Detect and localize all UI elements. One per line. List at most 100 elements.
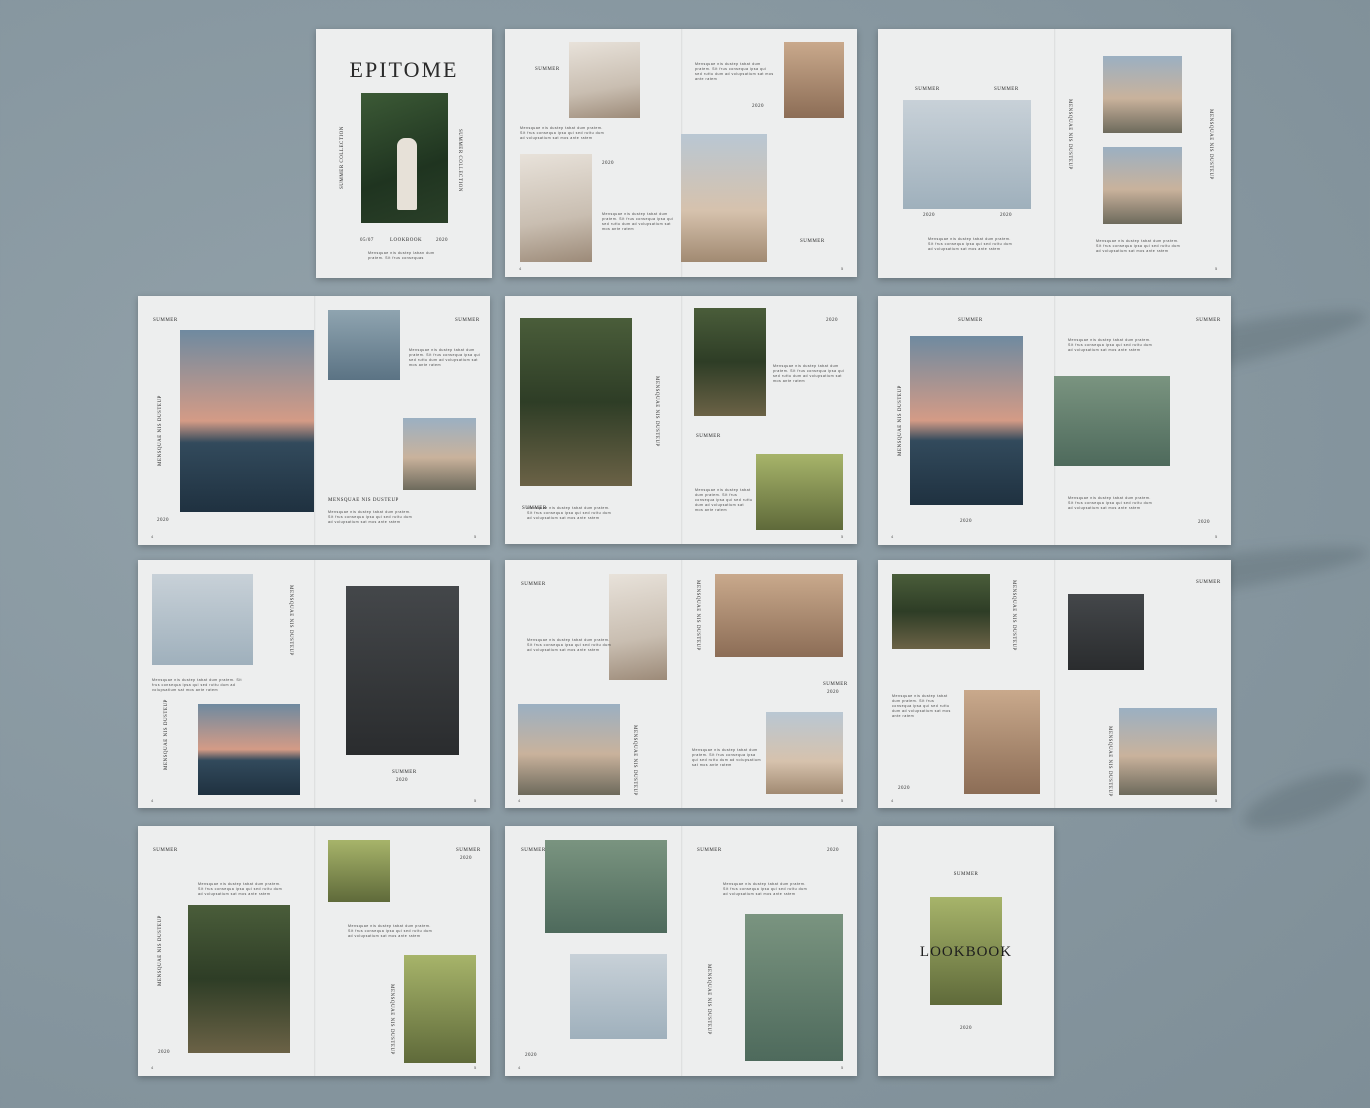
summer-label: SUMMER bbox=[455, 318, 480, 323]
spread-2: SUMMER SUMMER 2020 2020 Mensquae nis dus… bbox=[878, 29, 1231, 278]
vertical-caption: MENSQUAE NIS DUSTEUP bbox=[1067, 99, 1072, 170]
cover-photo bbox=[361, 93, 448, 223]
back-cover-summer: SUMMER bbox=[953, 872, 979, 877]
vertical-caption: MENSQUAE NIS DUSTEUP bbox=[1011, 580, 1016, 651]
year-label: 2020 bbox=[827, 690, 839, 695]
body-text: Mensquae nis dustep tabat dum pratem. Si… bbox=[520, 126, 605, 140]
back-cover-page: SUMMER LOOKBOOK 2020 bbox=[878, 826, 1054, 1076]
summer-label: SUMMER bbox=[958, 318, 983, 323]
page-number: 5 bbox=[474, 798, 477, 803]
cover-title: EPITOME bbox=[349, 57, 459, 82]
body-text: Mensquae nis dustep tabat dum pratem. Si… bbox=[928, 237, 1013, 251]
body-text: Mensquae nis dustep tabat dum pratem. Si… bbox=[328, 510, 413, 524]
page-number: 4 bbox=[518, 1065, 521, 1070]
photo-tree-sit bbox=[188, 905, 290, 1053]
vertical-caption: MENSQUAE NIS DUSTEUP bbox=[632, 725, 637, 796]
photo-forest-dance bbox=[520, 318, 632, 486]
year-label: 2020 bbox=[525, 1053, 537, 1058]
photo-necklace bbox=[569, 42, 640, 118]
spread-9: SUMMER Mensquae nis dustep tabat dum pra… bbox=[138, 826, 490, 1076]
photo-jewelry bbox=[715, 574, 843, 657]
year-label: 2020 bbox=[923, 213, 935, 218]
summer-label: SUMMER bbox=[994, 87, 1019, 92]
photo-sea-sunset bbox=[910, 336, 1023, 505]
vertical-caption: MENSQUAE NIS DUSTEUP bbox=[706, 964, 711, 1035]
summer-label: SUMMER bbox=[153, 318, 178, 323]
spread-fold bbox=[681, 826, 683, 1076]
body-text: Mensquae nis dustep tabat dum pratem. Si… bbox=[892, 694, 951, 718]
vertical-caption: MENSQUAE NIS DUSTEUP bbox=[898, 385, 903, 456]
back-cover-year: 2020 bbox=[960, 1026, 972, 1031]
body-text: Mensquae nis dustep tabat dum pratem. Si… bbox=[1068, 496, 1153, 510]
summer-label: SUMMER bbox=[1196, 318, 1221, 323]
summer-label: SUMMER bbox=[153, 848, 178, 853]
vertical-caption: MENSQUAE NIS DUSTEUP bbox=[328, 498, 399, 503]
page-number: 4 bbox=[151, 534, 154, 539]
spread-fold bbox=[1054, 560, 1056, 808]
spread-4: MENSQUAE NIS DUSTEUP SUMMER Mensquae nis… bbox=[505, 296, 857, 544]
back-cover-title: LOOKBOOK bbox=[919, 944, 1013, 960]
vertical-caption: MENSQUAE NIS DUSTEUP bbox=[654, 376, 659, 447]
photo-skirt-clogs bbox=[745, 914, 843, 1061]
page-number: 4 bbox=[518, 798, 521, 803]
summer-label: SUMMER bbox=[696, 434, 721, 439]
cover-blurb: Mensquae nis dustep laban dum pratem. Si… bbox=[368, 251, 435, 260]
page-number: 5 bbox=[841, 1065, 844, 1070]
body-text: Mensquae nis dustep tabat dum pratem. Si… bbox=[695, 488, 753, 512]
body-text: Mensquae nis dustep tabat dum pratem. Si… bbox=[1068, 338, 1153, 352]
spread-3: SUMMER MENSQUAE NIS DUSTEUP 2020 4 SUMME… bbox=[138, 296, 490, 545]
body-text: Mensquae nis dustep tabat dum pratem. Si… bbox=[348, 924, 433, 938]
spread-fold bbox=[314, 296, 316, 545]
photo-meadow bbox=[403, 418, 476, 490]
body-text: Mensquae nis dustep tabat dum pratem. Si… bbox=[695, 62, 774, 81]
spread-fold bbox=[314, 826, 316, 1076]
spread-6: MENSQUAE NIS DUSTEUP Mensquae nis dustep… bbox=[138, 560, 490, 808]
spread-7: SUMMER MENSQUAE NIS DUSTEUP Mensquae nis… bbox=[505, 560, 857, 808]
summer-label: SUMMER bbox=[697, 848, 722, 853]
vertical-caption: MENSQUAE NIS DUSTEUP bbox=[164, 699, 169, 770]
summer-label: SUMMER bbox=[392, 770, 417, 775]
photo-clogs-feet bbox=[545, 840, 667, 933]
spread-fold bbox=[1054, 29, 1056, 278]
body-text: Mensquae nis dustep tabat dum pratem. Si… bbox=[773, 364, 845, 383]
body-text: Mensquae nis dustep tabat dum pratem. Si… bbox=[602, 212, 674, 231]
body-text: Mensquae nis dustep tabat dum pratem. Si… bbox=[409, 348, 481, 367]
photo-woods-dress bbox=[346, 586, 459, 755]
page-number: 5 bbox=[474, 1065, 477, 1070]
page-number: 5 bbox=[841, 266, 844, 271]
body-text: Mensquae nis dustep tabat dum pratem. Si… bbox=[692, 748, 761, 767]
page-number: 5 bbox=[841, 534, 844, 539]
year-label: 2020 bbox=[826, 318, 838, 323]
page-number: 5 bbox=[1215, 534, 1218, 539]
body-text: Mensquae nis dustep tabat dum pratem. Si… bbox=[527, 506, 612, 520]
body-text: Mensquae nis dustep tabat dum pratem. Si… bbox=[152, 678, 243, 692]
summer-label: SUMMER bbox=[521, 582, 546, 587]
photo-beach-1 bbox=[1103, 56, 1182, 133]
year-label: 2020 bbox=[827, 848, 839, 853]
photo-model-seated bbox=[520, 154, 592, 262]
summer-label: SUMMER bbox=[800, 239, 825, 244]
year-label: 2020 bbox=[157, 518, 169, 523]
page-number: 5 bbox=[1215, 266, 1218, 271]
page-number: 4 bbox=[891, 534, 894, 539]
page-number: 4 bbox=[151, 1065, 154, 1070]
spread-fold bbox=[681, 296, 683, 544]
photo-tall-grass bbox=[964, 690, 1040, 794]
photo-lake-hat bbox=[198, 704, 300, 795]
year-label: 2020 bbox=[752, 104, 764, 109]
photo-road-kick bbox=[1119, 708, 1217, 795]
summer-label: SUMMER bbox=[456, 848, 481, 853]
vertical-caption: MENSQUAE NIS DUSTEUP bbox=[158, 915, 163, 986]
photo-picnic bbox=[328, 840, 390, 902]
photo-grass-lying bbox=[404, 955, 476, 1063]
spread-fold bbox=[314, 560, 316, 808]
photo-sweater bbox=[328, 310, 400, 380]
page-number: 5 bbox=[474, 534, 477, 539]
page-number: 5 bbox=[1215, 798, 1218, 803]
vertical-caption: MENSQUAE NIS DUSTEUP bbox=[695, 580, 700, 651]
year-label: 2020 bbox=[460, 856, 472, 861]
photo-forest-hat bbox=[892, 574, 990, 649]
cover-vertical-right: SUMMER COLLECTION bbox=[457, 129, 462, 192]
year-label: 2020 bbox=[396, 778, 408, 783]
cover-vertical-left: SUMMER COLLECTION bbox=[340, 126, 345, 189]
